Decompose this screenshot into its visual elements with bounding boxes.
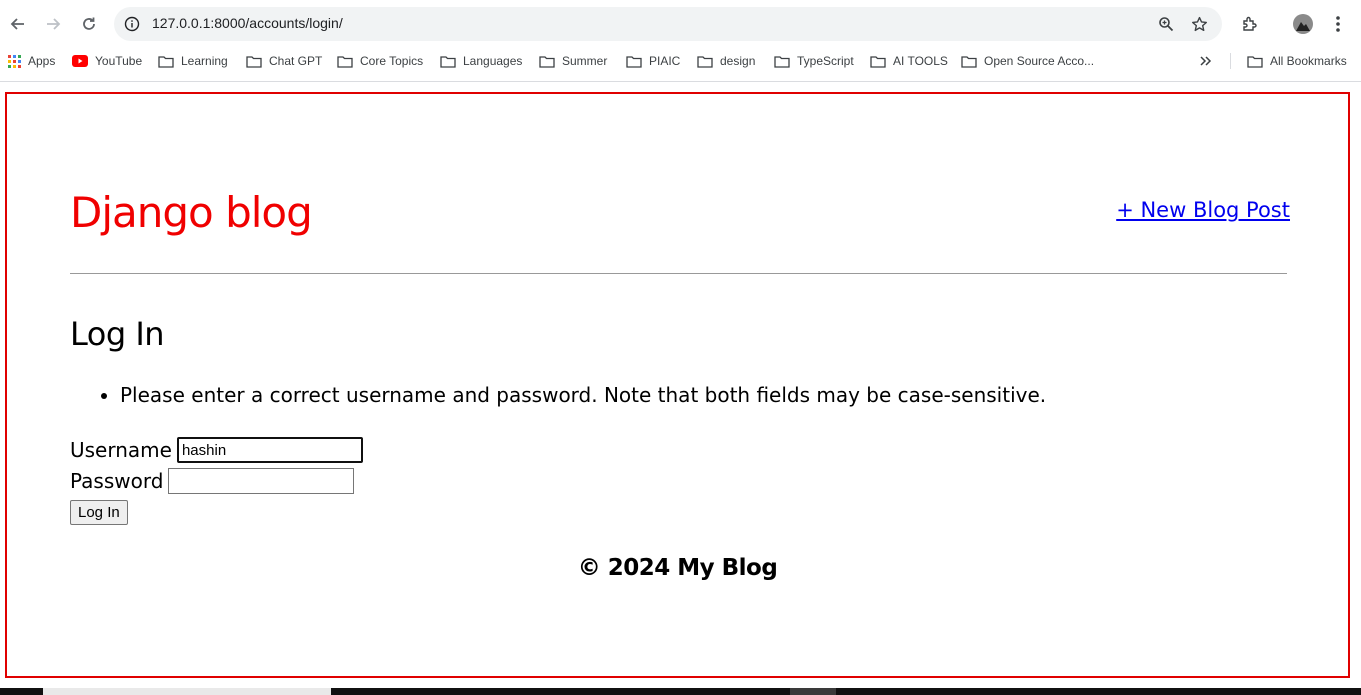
taskbar-strip [0, 688, 1361, 695]
zoom-icon[interactable] [1156, 14, 1176, 34]
bookmark-label: AI TOOLS [893, 54, 948, 68]
bookmark-folder-chatgpt[interactable]: Chat GPT [246, 52, 322, 70]
bookmark-label: Chat GPT [269, 54, 323, 68]
login-button[interactable]: Log In [70, 500, 128, 525]
folder-icon [246, 55, 262, 68]
bookmark-apps[interactable]: Apps [8, 52, 55, 70]
folder-icon [697, 55, 713, 68]
site-info-icon[interactable] [122, 14, 142, 34]
bookmark-label: Open Source Acco... [984, 54, 1095, 68]
bookmark-label: Learning [181, 54, 228, 68]
bookmark-folder-learning[interactable]: Learning [158, 52, 228, 70]
bookmark-label: Core Topics [360, 54, 424, 68]
folder-icon [626, 55, 642, 68]
error-message: Please enter a correct username and pass… [120, 383, 1046, 407]
folder-icon [539, 55, 555, 68]
bookmark-label: design [720, 54, 756, 68]
all-bookmarks-label: All Bookmarks [1270, 54, 1347, 68]
password-label: Password [70, 469, 164, 493]
bookmark-folder-ai-tools[interactable]: AI TOOLS [870, 52, 948, 70]
bookmark-youtube[interactable]: YouTube [72, 52, 142, 70]
browser-toolbar: 127.0.0.1:8000/accounts/login/ [0, 0, 1361, 48]
password-row: Password [70, 468, 355, 494]
folder-icon [774, 55, 790, 68]
more-bookmarks-chevron-icon[interactable] [1199, 52, 1220, 70]
bookmark-label: Apps [28, 54, 56, 68]
bookmark-label: Languages [463, 54, 523, 68]
bookmark-folder-open-source[interactable]: Open Source Acco... [961, 52, 1094, 70]
folder-icon [337, 55, 353, 68]
taskbar-segment [790, 688, 836, 695]
password-input[interactable] [168, 468, 355, 494]
login-heading: Log In [70, 315, 165, 353]
forward-arrow-icon[interactable] [39, 10, 67, 38]
extensions-icon[interactable] [1236, 10, 1264, 38]
bookmark-folder-piaic[interactable]: PIAIC [626, 52, 680, 70]
all-bookmarks-folder[interactable]: All Bookmarks [1247, 52, 1347, 70]
bookmark-folder-typescript[interactable]: TypeScript [774, 52, 854, 70]
bookmark-folder-core-topics[interactable]: Core Topics [337, 52, 423, 70]
username-input[interactable] [176, 437, 363, 463]
bookmark-label: PIAIC [649, 54, 681, 68]
folder-icon [158, 55, 174, 68]
bookmark-folder-design[interactable]: design [697, 52, 755, 70]
header-divider [70, 273, 1287, 274]
username-label: Username [70, 438, 172, 462]
bookmark-label: TypeScript [797, 54, 854, 68]
footer-copyright: © 2024 My Blog [577, 555, 778, 581]
bookmark-folder-summer[interactable]: Summer [539, 52, 607, 70]
folder-icon [1247, 55, 1263, 68]
username-row: Username [70, 437, 363, 463]
new-blog-post-link[interactable]: + New Blog Post [1116, 198, 1290, 222]
bookmark-star-icon[interactable] [1189, 14, 1209, 34]
youtube-icon [72, 55, 88, 67]
chrome-divider [0, 81, 1361, 82]
folder-icon [961, 55, 977, 68]
page-container: Django blog + New Blog Post Log In Pleas… [5, 92, 1350, 678]
bookmark-label: Summer [562, 54, 608, 68]
bookmark-folder-languages[interactable]: Languages [440, 52, 522, 70]
bookmark-label: YouTube [95, 54, 143, 68]
bookmarks-divider [1230, 53, 1231, 69]
folder-icon [870, 55, 886, 68]
apps-grid-icon [8, 54, 21, 68]
folder-icon [440, 55, 456, 68]
profile-avatar-icon[interactable] [1289, 10, 1317, 38]
error-list: Please enter a correct username and pass… [70, 383, 1046, 407]
back-arrow-icon[interactable] [4, 10, 32, 38]
address-bar[interactable]: 127.0.0.1:8000/accounts/login/ [114, 7, 1222, 41]
bookmarks-bar: Apps YouTube Learning Chat GPT Core Topi… [0, 48, 1361, 74]
taskbar-segment [43, 688, 331, 695]
reload-icon[interactable] [75, 10, 103, 38]
site-title[interactable]: Django blog [70, 188, 313, 237]
menu-kebab-icon[interactable] [1324, 10, 1352, 38]
url-text[interactable]: 127.0.0.1:8000/accounts/login/ [152, 15, 343, 31]
